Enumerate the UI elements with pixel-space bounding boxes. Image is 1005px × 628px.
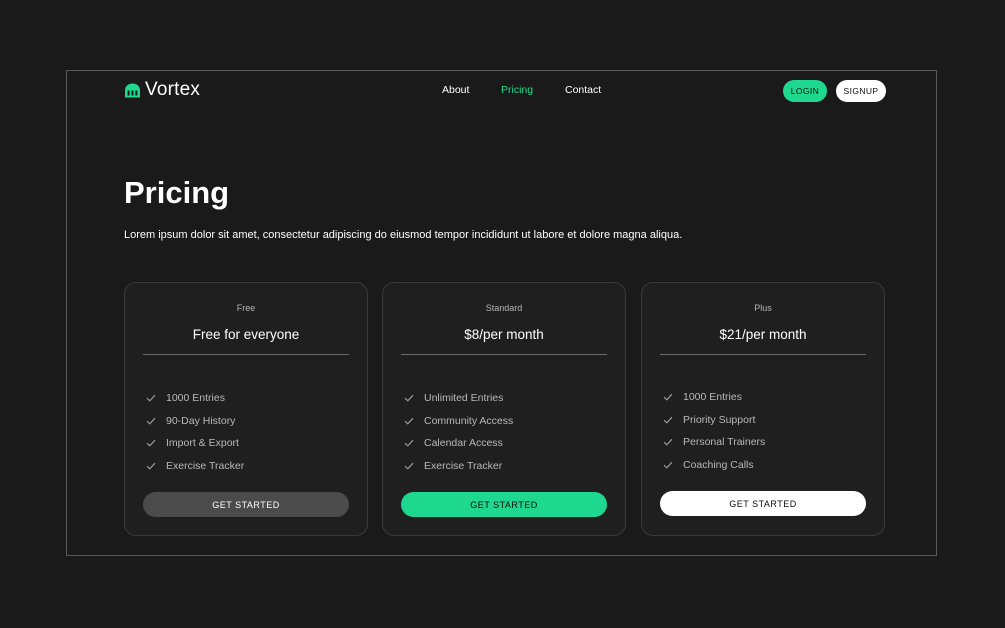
feature-item: Personal Trainers	[663, 431, 765, 454]
feature-list: Unlimited Entries Community Access Calen…	[404, 387, 513, 477]
feature-label: Exercise Tracker	[424, 459, 503, 472]
feature-label: 90-Day History	[166, 414, 236, 427]
feature-label: Community Access	[424, 414, 514, 427]
check-icon	[404, 417, 414, 425]
feature-item: Calendar Access	[404, 432, 513, 455]
pricing-card-standard: Standard $8/per month Unlimited Entries …	[382, 282, 626, 536]
feature-item: Exercise Tracker	[146, 455, 244, 478]
get-started-button-standard[interactable]: GET STARTED	[401, 492, 607, 517]
feature-list: 1000 Entries Priority Support Personal T…	[663, 386, 765, 476]
card-divider	[143, 354, 349, 355]
signup-button[interactable]: SIGNUP	[836, 80, 886, 102]
nav-link-pricing[interactable]: Pricing	[501, 84, 533, 96]
get-started-button-free[interactable]: GET STARTED	[143, 492, 349, 517]
check-icon	[663, 461, 673, 469]
plan-price: $21/per month	[719, 327, 807, 342]
login-button[interactable]: LOGIN	[783, 80, 827, 102]
plan-price: $8/per month	[464, 327, 544, 342]
check-icon	[146, 395, 156, 402]
check-icon	[404, 462, 414, 470]
page-frame: Vortex About Pricing Contact LOGIN SIGNU…	[66, 70, 937, 556]
get-started-button-plus[interactable]: GET STARTED	[660, 491, 866, 516]
check-icon	[663, 439, 673, 446]
feature-item: 90-Day History	[146, 410, 244, 433]
feature-label: 1000 Entries	[683, 391, 742, 404]
page-subtitle: Lorem ipsum dolor sit amet, consectetur …	[124, 229, 683, 241]
feature-label: Exercise Tracker	[166, 459, 245, 472]
plan-name: Plus	[754, 303, 772, 313]
plan-name: Free	[236, 303, 256, 313]
page-title: Pricing	[124, 175, 230, 210]
check-icon	[663, 394, 673, 401]
check-icon	[146, 417, 156, 425]
check-icon	[146, 440, 156, 447]
feature-label: Coaching Calls	[683, 458, 754, 471]
check-icon	[404, 440, 414, 447]
feature-item: 1000 Entries	[663, 386, 765, 409]
feature-label: Calendar Access	[424, 437, 503, 450]
feature-item: Priority Support	[663, 409, 765, 432]
feature-label: 1000 Entries	[166, 392, 225, 405]
feature-label: Import & Export	[166, 437, 239, 450]
feature-list: 1000 Entries 90-Day History Import & Exp…	[146, 387, 244, 477]
feature-item: Import & Export	[146, 432, 244, 455]
feature-label: Priority Support	[683, 413, 756, 426]
check-icon	[146, 462, 156, 470]
feature-item: Coaching Calls	[663, 454, 765, 477]
brand-name: Vortex	[145, 79, 201, 100]
feature-item: Exercise Tracker	[404, 455, 513, 478]
check-icon	[404, 395, 414, 402]
card-divider	[401, 354, 607, 355]
pricing-card-plus: Plus $21/per month 1000 Entries Priority…	[641, 282, 885, 536]
plan-price: Free for everyone	[192, 327, 300, 342]
brand-logo[interactable]: Vortex	[124, 79, 200, 101]
nav-link-about[interactable]: About	[442, 84, 469, 96]
nav-link-contact[interactable]: Contact	[565, 84, 601, 96]
plan-name: Standard	[485, 303, 523, 313]
feature-item: Community Access	[404, 410, 513, 433]
feature-label: Personal Trainers	[683, 436, 766, 449]
feature-item: Unlimited Entries	[404, 387, 513, 410]
feature-label: Unlimited Entries	[424, 392, 504, 405]
check-icon	[663, 416, 673, 424]
card-divider	[660, 354, 866, 355]
pricing-card-free: Free Free for everyone 1000 Entries 90-D…	[124, 282, 368, 536]
feature-item: 1000 Entries	[146, 387, 244, 410]
vortex-logo-icon	[125, 83, 140, 97]
